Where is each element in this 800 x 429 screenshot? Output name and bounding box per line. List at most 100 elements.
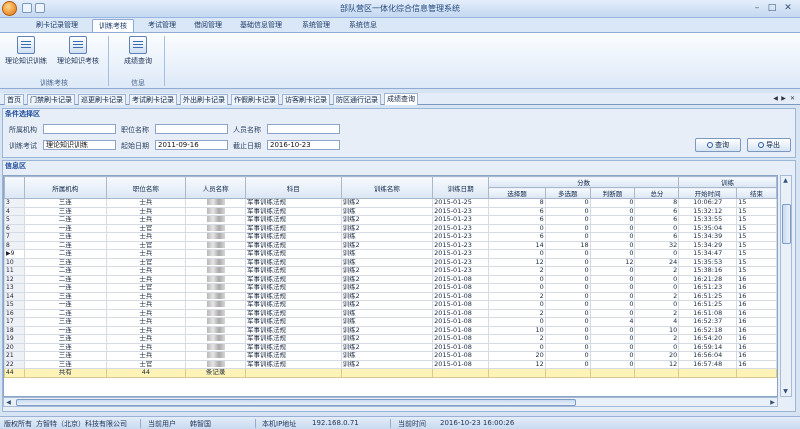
menu-borrow-management[interactable]: 借阅管理 — [188, 19, 228, 32]
tab-leave-records[interactable]: 作假刷卡记录 — [231, 94, 279, 105]
row-number[interactable]: 18 — [4, 325, 25, 335]
tab-visitor-records[interactable]: 访客刷卡记录 — [282, 94, 330, 105]
row-number[interactable]: 20 — [4, 342, 25, 352]
row-number[interactable]: ▶9 — [4, 249, 25, 259]
tab-outing-records[interactable]: 外出刷卡记录 — [180, 94, 228, 105]
table-row[interactable]: 22 三连 士官 军事训练法规 训练2 2015-01-08 12 0 0 12 16:57:48 1… — [4, 359, 777, 369]
row-number[interactable]: 19 — [4, 334, 25, 344]
table-row[interactable]: 12 二连 士兵 军事训练法规 训练2 2015-01-08 0 0 0 0 16:21:28 16 — [4, 274, 777, 284]
cell-person — [185, 266, 246, 276]
tab-exam-records[interactable]: 考试刷卡记录 — [129, 94, 177, 105]
table-row[interactable]: 5 二连 士兵 军事训练法规 训练2 2015-01-23 6 0 0 6 15:33:55 15 — [4, 215, 777, 225]
row-number[interactable]: 10 — [4, 257, 25, 267]
tab-access-records[interactable]: 门禁刷卡记录 — [27, 94, 75, 105]
table-row[interactable]: 8 二连 士官 军事训练法规 训练2 2015-01-23 14 18 0 32 15:34:29 1… — [4, 240, 777, 250]
row-number[interactable]: 22 — [4, 359, 25, 369]
export-button[interactable]: 导出 — [747, 138, 791, 152]
row-number[interactable]: 5 — [4, 215, 25, 225]
table-row[interactable]: 16 二连 士兵 军事训练法规 训练 2015-01-08 2 0 0 2 16:51:08 16 — [4, 308, 777, 318]
tab-close-icon[interactable]: ✕ — [789, 94, 796, 104]
row-number[interactable]: 3 — [4, 198, 25, 208]
menu-basic-info[interactable]: 基础信息管理 — [234, 19, 288, 32]
table-row[interactable]: 6 一连 士官 军事训练法规 训练2 2015-01-23 0 0 0 0 15:35:04 15 — [4, 223, 777, 233]
maximize-icon[interactable]: □ — [765, 2, 779, 14]
horizontal-scroll-thumb[interactable] — [16, 399, 576, 406]
table-row[interactable]: 11 二连 士兵 军事训练法规 训练2 2015-01-23 2 0 0 2 15:38:16 15 — [4, 266, 777, 276]
person-field[interactable] — [267, 124, 340, 134]
scroll-down-icon[interactable]: ▼ — [781, 387, 790, 396]
end-date-field[interactable]: 2016-10-23 — [267, 140, 340, 150]
tab-zone-records[interactable]: 防区通行记录 — [333, 94, 381, 105]
minimize-icon[interactable]: – — [750, 2, 764, 14]
row-number[interactable]: 14 — [4, 291, 25, 301]
column-header-training[interactable]: 训练名称 — [340, 176, 434, 199]
menu-exam-management[interactable]: 考试管理 — [142, 19, 182, 32]
query-button[interactable]: 查询 — [695, 138, 741, 152]
menu-system-management[interactable]: 系统管理 — [296, 19, 336, 32]
cell-total: 2 — [634, 308, 680, 318]
column-header-multi[interactable]: 多选题 — [544, 187, 591, 199]
row-number[interactable]: 17 — [4, 317, 25, 327]
tab-patrol-records[interactable]: 巡更刷卡记录 — [78, 94, 126, 105]
table-row[interactable]: 7 三连 士兵 军事训练法规 训练 2015-01-23 6 0 0 6 15:34:39 15 — [4, 232, 777, 242]
scroll-left-icon[interactable]: ◀ — [4, 398, 13, 407]
row-number[interactable]: 6 — [4, 223, 25, 233]
row-number[interactable]: 12 — [4, 274, 25, 284]
column-header-judge[interactable]: 判断题 — [589, 187, 636, 199]
score-grid[interactable]: 所属机构 职位名称 人员名称 科目 训练名称 训练日期 分数 训练 选择题 多选… — [3, 175, 778, 397]
cell-multi: 0 — [544, 317, 591, 327]
cell-subject: 军事训练法规 — [244, 317, 342, 327]
row-number[interactable]: 7 — [4, 232, 25, 242]
menu-system-info[interactable]: 系统信息 — [343, 19, 383, 32]
cell-end-time: 16 — [736, 283, 777, 293]
row-number[interactable]: 11 — [4, 266, 25, 276]
column-header-person[interactable]: 人员名称 — [185, 176, 246, 199]
row-number[interactable]: 13 — [4, 283, 25, 293]
horizontal-scrollbar[interactable]: ◀ ▶ — [3, 397, 778, 407]
tab-scroll-right-icon[interactable]: ▶ — [780, 94, 787, 104]
column-header-start-time[interactable]: 开始时间 — [678, 187, 738, 199]
theory-exam-button[interactable]: 理论知识考核 — [56, 35, 100, 73]
table-row[interactable]: 14 三连 士兵 军事训练法规 训练2 2015-01-08 2 0 0 2 16:51:25 16 — [4, 291, 777, 301]
column-header-choice[interactable]: 选择题 — [488, 187, 546, 199]
table-row[interactable]: 18 一连 士兵 军事训练法规 训练2 2015-01-08 10 0 0 10 16:52:18 1… — [4, 325, 777, 335]
table-row[interactable]: 20 三连 士兵 军事训练法规 训练2 2015-01-08 0 0 0 0 16:59:14 16 — [4, 342, 777, 352]
table-row[interactable]: 21 三连 士兵 军事训练法规 训练 2015-01-08 20 0 0 20 16:56:04 16 — [4, 351, 777, 361]
menu-training-assessment[interactable]: 训练考核 — [92, 19, 134, 32]
row-number[interactable]: 8 — [4, 240, 25, 250]
row-number[interactable]: 16 — [4, 308, 25, 318]
table-row[interactable]: ▶9 二连 士兵 军事训练法规 训练 2015-01-23 0 0 0 0 15:34:47 15 — [4, 249, 777, 259]
row-number[interactable]: 15 — [4, 300, 25, 310]
position-field[interactable] — [155, 124, 228, 134]
table-row[interactable]: 4 三连 士兵 军事训练法规 训练 2015-01-23 6 0 0 6 15:32:12 15 — [4, 206, 777, 216]
vertical-scrollbar[interactable]: ▲ ▼ — [780, 175, 792, 397]
tab-scroll-left-icon[interactable]: ◀ — [772, 94, 779, 104]
row-number[interactable]: 4 — [4, 206, 25, 216]
row-number[interactable]: 21 — [4, 351, 25, 361]
column-header-position[interactable]: 职位名称 — [105, 176, 187, 199]
column-header-total[interactable]: 总分 — [634, 187, 680, 199]
table-row[interactable]: 10 三连 士官 军事训练法规 训练 2015-01-23 12 0 12 24 15:35:53 1… — [4, 257, 777, 267]
column-header-subject[interactable]: 科目 — [244, 176, 342, 199]
scroll-up-icon[interactable]: ▲ — [781, 176, 790, 185]
table-row[interactable]: 19 三连 士兵 军事训练法规 训练2 2015-01-08 2 0 0 2 16:54:20 16 — [4, 334, 777, 344]
score-query-button[interactable]: 成绩查询 — [116, 35, 160, 73]
scroll-right-icon[interactable]: ▶ — [768, 398, 777, 407]
training-select[interactable]: 理论知识训练 — [43, 140, 116, 150]
tab-home[interactable]: 首页 — [4, 94, 24, 105]
unit-field[interactable] — [43, 124, 116, 134]
tab-score-query[interactable]: 成绩查询 — [384, 93, 418, 105]
start-date-field[interactable]: 2011-09-16 — [155, 140, 228, 150]
column-header-end-time[interactable]: 结束 — [736, 187, 777, 199]
theory-training-button[interactable]: 理论知识训练 — [4, 35, 48, 73]
close-icon[interactable]: ✕ — [781, 2, 795, 14]
table-row[interactable]: 13 一连 士官 军事训练法规 训练2 2015-01-08 0 0 0 0 16:51:23 16 — [4, 283, 777, 293]
column-header-date[interactable]: 训练日期 — [432, 176, 490, 199]
table-row[interactable]: 15 一连 士兵 军事训练法规 训练2 2015-01-08 0 0 0 0 16:51:25 16 — [4, 300, 777, 310]
vertical-scroll-thumb[interactable] — [782, 204, 791, 244]
cell-total: 0 — [634, 283, 680, 293]
menu-card-records[interactable]: 刷卡记录管理 — [30, 19, 84, 32]
table-row[interactable]: 17 三连 士兵 军事训练法规 训练 2015-01-08 0 0 4 4 16:52:37 16 — [4, 317, 777, 327]
table-row[interactable]: 3 三连 士兵 军事训练法规 训练2 2015-01-25 8 0 0 8 10:06:27 15 — [4, 198, 777, 208]
column-header-unit[interactable]: 所属机构 — [23, 176, 107, 199]
